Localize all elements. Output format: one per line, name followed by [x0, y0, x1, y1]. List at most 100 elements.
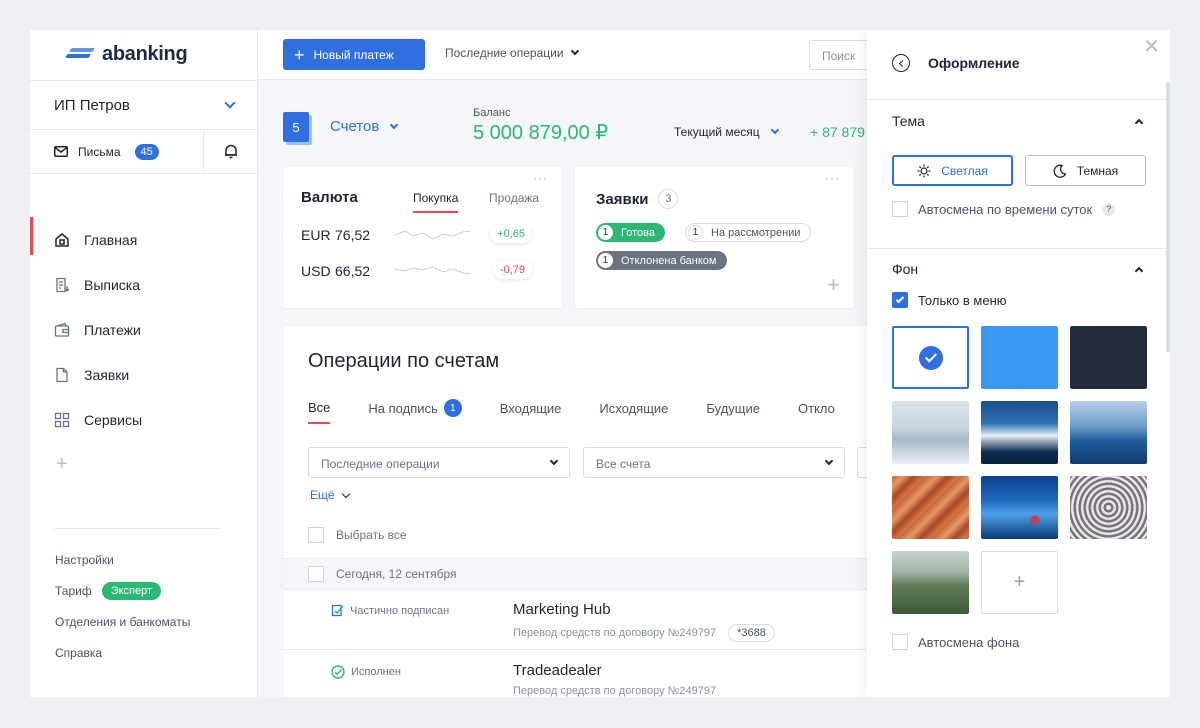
bg-tile-valley[interactable]: [892, 551, 969, 614]
theme-dark-label: Темная: [1076, 163, 1119, 178]
nav-item-home[interactable]: Главная: [30, 217, 258, 262]
status-label: Готова: [621, 226, 655, 239]
bg-tile-ocean[interactable]: [981, 476, 1058, 539]
letters-row: Письма 45: [30, 130, 258, 174]
appearance-panel: ✕ Оформление Тема Светлая Темная Автосме…: [867, 30, 1170, 697]
theme-light-button[interactable]: Светлая: [892, 155, 1013, 186]
bg-tile-misty-sea[interactable]: [892, 401, 969, 464]
nav-item-payments[interactable]: Платежи: [30, 307, 258, 352]
brand-logo[interactable]: abanking: [64, 42, 188, 66]
panel-header: Оформление: [892, 54, 1020, 72]
bg-tile-kayak[interactable]: [1070, 401, 1147, 464]
more-options-icon[interactable]: ···: [533, 171, 548, 185]
tab-future[interactable]: Будущие: [706, 399, 760, 424]
bg-tile-blue[interactable]: [981, 326, 1058, 389]
bg-auto-toggle[interactable]: Автосмена фона: [892, 634, 1019, 650]
chevron-up-icon: [1134, 266, 1144, 275]
bg-tile-crowd[interactable]: [1070, 476, 1147, 539]
currency-code: USD: [301, 263, 331, 279]
help-icon[interactable]: ?: [1102, 202, 1116, 216]
day-checkbox[interactable]: [308, 566, 324, 582]
period-dropdown[interactable]: Текущий месяц: [674, 125, 779, 139]
tab-rejected[interactable]: Откло: [798, 399, 835, 424]
requests-count: 3: [658, 189, 679, 209]
moon-icon: [1053, 164, 1067, 178]
plus-icon: +: [56, 453, 68, 475]
new-payment-button[interactable]: + Новый платеж: [283, 39, 425, 70]
nav-label: Платежи: [84, 321, 141, 338]
balance-value: 5 000 879,00 ₽: [473, 122, 609, 144]
plus-icon: +: [1013, 571, 1026, 593]
requests-title-label: Заявки: [596, 190, 649, 208]
select-all[interactable]: Выбрать все: [308, 527, 407, 543]
theme-dark-button[interactable]: Темная: [1025, 155, 1146, 186]
theme-auto-checkbox[interactable]: [892, 201, 908, 217]
more-filters-button[interactable]: Ещё: [310, 488, 350, 502]
period-select[interactable]: Последние операции: [308, 447, 570, 478]
add-nav-item-button[interactable]: +: [30, 442, 258, 487]
status-count: 1: [688, 225, 703, 240]
tariff-label: Тариф: [55, 583, 92, 598]
back-icon[interactable]: [892, 54, 910, 72]
request-status-ready[interactable]: 1 Готова: [596, 223, 665, 242]
panel-scrollbar[interactable]: [1166, 82, 1170, 352]
nav-item-statement[interactable]: Выписка: [30, 262, 258, 307]
day-label: Сегодня, 12 сентября: [336, 567, 457, 581]
theme-section-header[interactable]: Тема: [892, 113, 1144, 129]
nav-item-requests[interactable]: Заявки: [30, 352, 258, 397]
chevron-down-icon: [549, 456, 559, 466]
settings-link[interactable]: Настройки: [55, 544, 190, 575]
help-link[interactable]: Справка: [55, 637, 190, 668]
operation-description: Перевод средств по договору №249797 *368…: [513, 624, 775, 642]
tab-buy[interactable]: Покупка: [413, 191, 459, 213]
select-all-checkbox[interactable]: [308, 527, 324, 543]
company-selector[interactable]: ИП Петров: [30, 80, 258, 130]
operation-status: Исполнен: [331, 665, 401, 679]
recent-operations-dropdown[interactable]: Последние операции: [445, 46, 579, 60]
sparkline-icon: [395, 230, 471, 240]
bg-tile-canyon[interactable]: [892, 476, 969, 539]
branches-link[interactable]: Отделения и банкоматы: [55, 606, 190, 637]
table-row[interactable]: Исполнен Tradeadealer Перевод средств по…: [283, 651, 873, 697]
check-icon: [918, 345, 943, 370]
panel-title: Оформление: [928, 55, 1020, 71]
bg-tile-fjord[interactable]: [981, 401, 1058, 464]
theme-auto-toggle[interactable]: Автосмена по времени суток ?: [892, 201, 1116, 217]
bg-tile-dark[interactable]: [1070, 326, 1147, 389]
description-text: Перевод средств по договору №249797: [513, 685, 717, 697]
bg-auto-checkbox[interactable]: [892, 634, 908, 650]
operations-tabs: Все На подпись 1 Входящие Исходящие Буду…: [308, 399, 873, 424]
requests-widget: ··· Заявки 3 1 Готова 1 На рассмотрении …: [575, 167, 854, 308]
add-background-button[interactable]: +: [981, 551, 1058, 614]
request-status-pending[interactable]: 1 На рассмотрении: [685, 223, 812, 242]
partial-sign-icon: [331, 604, 344, 617]
tab-all[interactable]: Все: [308, 399, 331, 424]
bg-tile-white[interactable]: [892, 326, 969, 389]
operation-name: Tradeadealer: [513, 662, 602, 679]
tab-badge: 1: [443, 399, 462, 417]
tab-incoming[interactable]: Входящие: [500, 399, 562, 424]
more-options-icon[interactable]: ···: [825, 171, 840, 185]
notifications-button[interactable]: [204, 130, 258, 173]
accounts-select-value: Все счета: [596, 457, 651, 471]
select-all-label: Выбрать все: [336, 528, 407, 542]
tab-to-sign[interactable]: На подпись 1: [368, 399, 462, 424]
divider: [54, 528, 220, 529]
add-request-button[interactable]: +: [827, 272, 840, 298]
nav-item-services[interactable]: Сервисы: [30, 397, 258, 442]
accounts-dropdown[interactable]: Счетов: [330, 118, 399, 135]
tab-outgoing[interactable]: Исходящие: [599, 399, 668, 424]
close-icon[interactable]: ✕: [1143, 34, 1160, 59]
letters-button[interactable]: Письма 45: [30, 130, 204, 173]
new-payment-label: Новый платеж: [313, 47, 394, 62]
background-section-header[interactable]: Фон: [892, 261, 1144, 277]
period-select-value: Последние операции: [321, 457, 440, 471]
bg-only-menu-checkbox[interactable]: [892, 292, 908, 308]
table-row[interactable]: Частично подписан Marketing Hub Перевод …: [283, 590, 873, 650]
tariff-link[interactable]: Тариф Эксперт: [55, 575, 190, 606]
tab-sell[interactable]: Продажа: [489, 191, 539, 205]
request-status-rejected[interactable]: 1 Отклонена банком: [596, 251, 727, 270]
chevron-down-icon: [224, 97, 236, 109]
accounts-select[interactable]: Все счета: [583, 447, 845, 478]
bg-only-menu-toggle[interactable]: Только в меню: [892, 292, 1007, 308]
